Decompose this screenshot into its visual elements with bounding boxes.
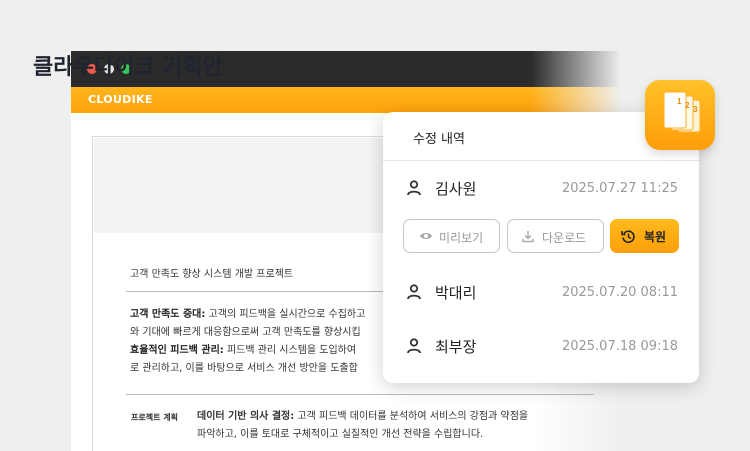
download-icon: [522, 231, 534, 243]
revision-author: 박대리: [435, 284, 477, 302]
restore-label: 복원: [644, 230, 667, 244]
download-button[interactable]: 다운로드: [507, 219, 604, 253]
divider: [383, 160, 699, 161]
divider: [126, 291, 386, 292]
preview-button[interactable]: 미리보기: [403, 219, 500, 253]
revision-entry[interactable]: 김사원 2025.07.27 11:25: [383, 175, 699, 205]
section-label: 프로젝트 계획: [131, 413, 178, 422]
doc-number-3: 3: [693, 105, 698, 114]
revision-entry[interactable]: 박대리 2025.07.20 08:11: [383, 279, 699, 309]
revision-timestamp: 2025.07.18 09:18: [561, 339, 678, 354]
para-heading: 효율적인 피드백 관리:: [130, 345, 224, 356]
user-icon: [407, 284, 421, 300]
doc-number-1: 1: [677, 97, 682, 106]
user-icon: [407, 338, 421, 354]
download-label: 다운로드: [542, 231, 587, 245]
revision-timestamp: 2025.07.20 08:11: [561, 285, 678, 300]
restore-button[interactable]: 복원: [610, 219, 679, 253]
revision-history-panel: 수정 내역 김사원 2025.07.27 11:25 미리보기 다운로드 복원 …: [383, 112, 699, 383]
doc-number-2: 2: [685, 101, 690, 110]
restore-icon: [621, 230, 635, 244]
revision-timestamp: 2025.07.27 11:25: [561, 181, 678, 196]
para-heading: 고객 만족도 증대:: [130, 309, 206, 320]
user-icon: [407, 180, 421, 196]
eye-icon: [420, 233, 432, 239]
revision-author: 최부장: [435, 338, 477, 356]
brand-logo: CLOUDIKE: [88, 93, 153, 106]
document-subtitle: 고객 만족도 향상 시스템 개발 프로젝트: [130, 269, 294, 280]
preview-label: 미리보기: [439, 231, 484, 245]
revision-entry[interactable]: 최부장 2025.07.18 09:18: [383, 333, 699, 363]
version-docs-icon: 1 2 3: [645, 80, 715, 150]
panel-title: 수정 내역: [413, 132, 465, 147]
stacked-docs-icon: 1 2 3: [663, 91, 701, 133]
para-heading: 데이터 기반 의사 결정:: [197, 411, 295, 422]
divider: [126, 394, 594, 395]
document-title: 클라우다이크 기획안: [33, 55, 223, 80]
revision-author: 김사원: [435, 180, 477, 198]
